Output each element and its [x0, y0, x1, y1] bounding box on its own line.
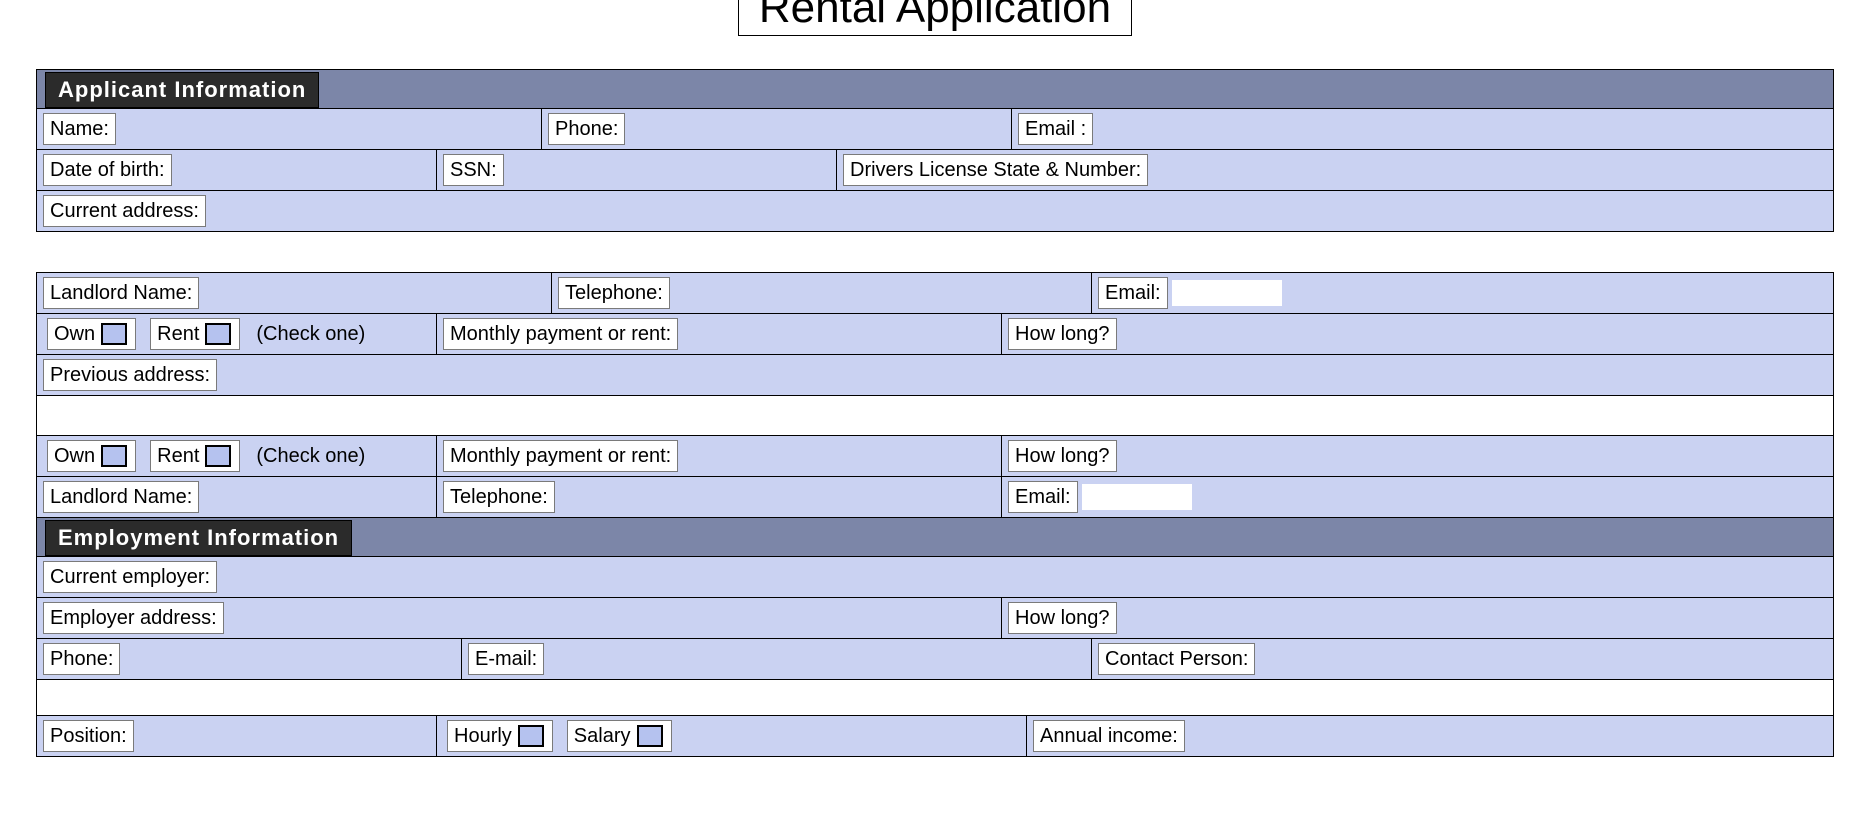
dl-label: Drivers License State & Number: — [843, 154, 1148, 186]
contact-person-label: Contact Person: — [1098, 643, 1255, 675]
residence-section: Landlord Name: Telephone: Email: Own — [36, 272, 1834, 757]
name-label: Name: — [43, 113, 116, 145]
own-option: Own — [47, 318, 136, 350]
landlord-email-input[interactable] — [1172, 280, 1282, 306]
email-label: Email : — [1018, 113, 1093, 145]
how-long-label: How long? — [1008, 318, 1117, 350]
own-checkbox-2[interactable] — [101, 445, 127, 467]
dob-label: Date of birth: — [43, 154, 172, 186]
rent-checkbox[interactable] — [205, 323, 231, 345]
rent-checkbox-2[interactable] — [205, 445, 231, 467]
landlord-name-label: Landlord Name: — [43, 277, 199, 309]
ssn-label: SSN: — [443, 154, 504, 186]
hourly-option: Hourly — [447, 720, 553, 752]
landlord-name-label-2: Landlord Name: — [43, 481, 199, 513]
landlord-email-input-2[interactable] — [1082, 484, 1192, 510]
employment-header: Employment Information — [45, 520, 352, 556]
emp-phone-label: Phone: — [43, 643, 120, 675]
rent-option-2: Rent — [150, 440, 240, 472]
salary-checkbox[interactable] — [637, 725, 663, 747]
current-address-label: Current address: — [43, 195, 206, 227]
telephone-label-2: Telephone: — [443, 481, 555, 513]
page-title: Rental Application — [738, 0, 1132, 36]
position-label: Position: — [43, 720, 134, 752]
applicant-section: Applicant Information Name: Phone: Email… — [36, 69, 1834, 232]
landlord-email-label-2: Email: — [1008, 481, 1078, 513]
how-long-label-2: How long? — [1008, 440, 1117, 472]
rent-option: Rent — [150, 318, 240, 350]
current-employer-label: Current employer: — [43, 561, 217, 593]
annual-income-label: Annual income: — [1033, 720, 1185, 752]
previous-address-label: Previous address: — [43, 359, 217, 391]
own-checkbox[interactable] — [101, 323, 127, 345]
own-option-2: Own — [47, 440, 136, 472]
employer-address-label: Employer address: — [43, 602, 224, 634]
check-one-note: (Check one) — [248, 323, 373, 346]
hourly-checkbox[interactable] — [518, 725, 544, 747]
monthly-label: Monthly payment or rent: — [443, 318, 678, 350]
landlord-email-label: Email: — [1098, 277, 1168, 309]
applicant-header: Applicant Information — [45, 72, 319, 108]
emp-how-long-label: How long? — [1008, 602, 1117, 634]
check-one-note-2: (Check one) — [248, 445, 373, 468]
monthly-label-2: Monthly payment or rent: — [443, 440, 678, 472]
phone-label: Phone: — [548, 113, 625, 145]
emp-email-label: E-mail: — [468, 643, 544, 675]
salary-option: Salary — [567, 720, 672, 752]
telephone-label: Telephone: — [558, 277, 670, 309]
